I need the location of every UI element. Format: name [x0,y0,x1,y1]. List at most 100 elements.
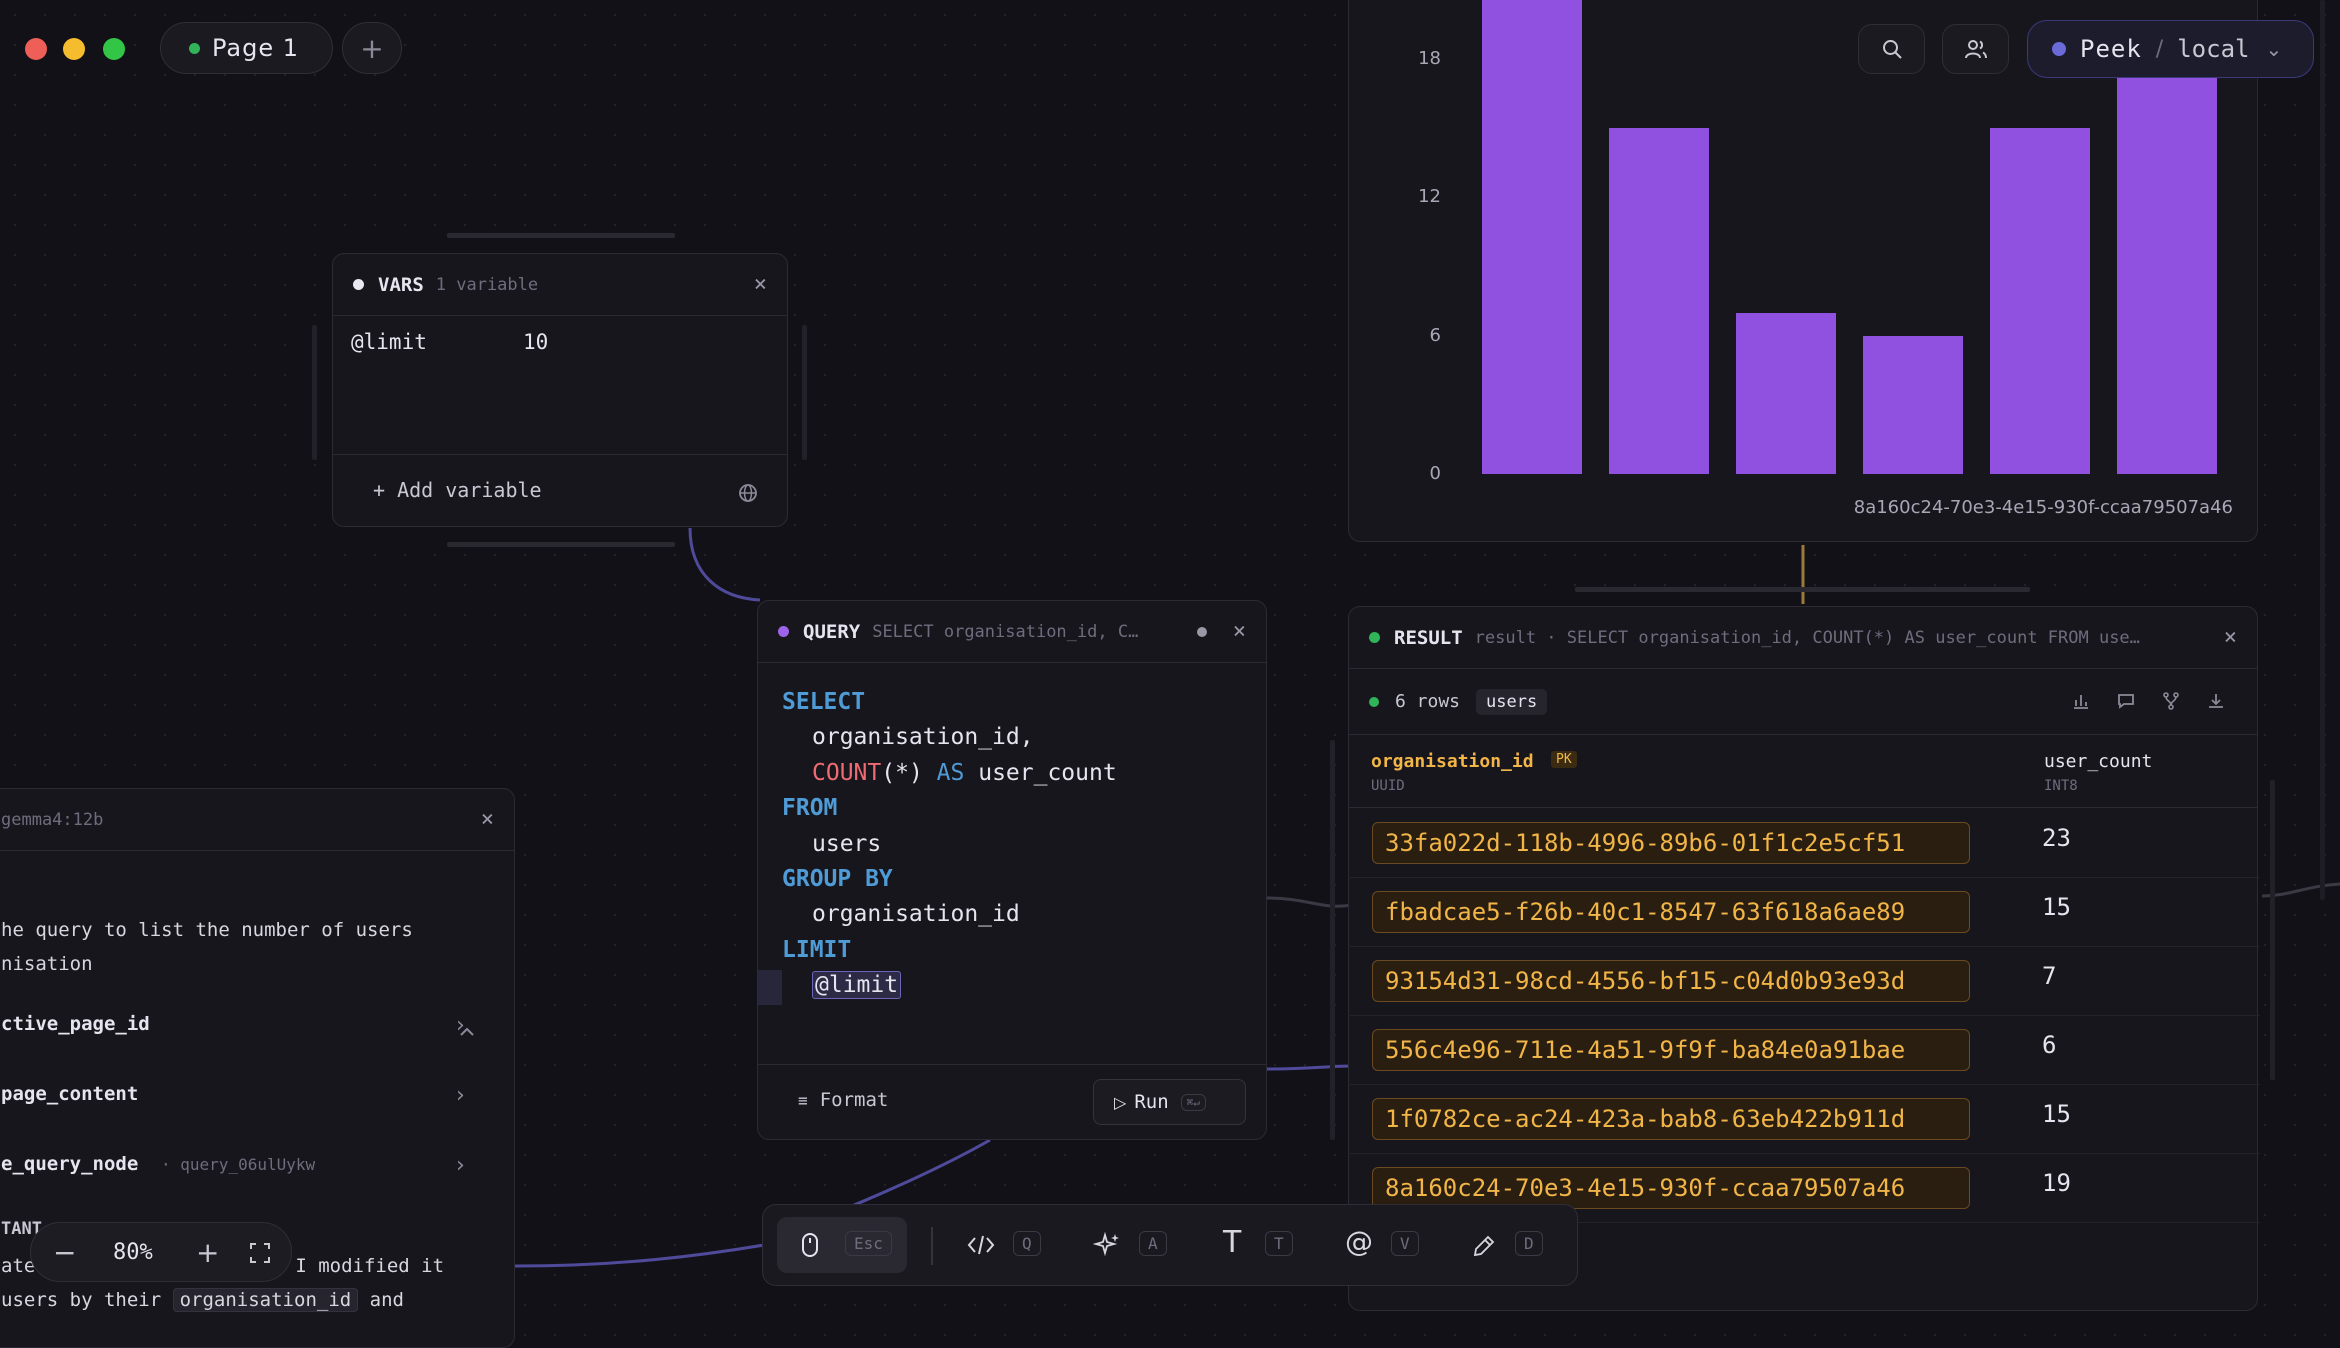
zoom-in-button[interactable]: + [196,1236,219,1269]
organisation-id-cell[interactable]: 93154d31-98cd-4556-bf15-c04d0b93e93d [1372,960,1970,1002]
tool-palette: Esc Q A T T @ V D [762,1204,1578,1286]
ai-shortcut: A [1139,1231,1167,1256]
var-value[interactable]: 10 [523,330,548,354]
fit-view-icon[interactable] [249,1242,271,1264]
close-icon[interactable]: × [1233,619,1246,644]
connection-env: local [2177,35,2250,63]
code-icon[interactable] [967,1233,995,1257]
sql-keyword: LIMIT [782,936,852,963]
user-count-cell[interactable]: 6 [2042,1031,2056,1059]
tool-chevrons [460,1027,474,1036]
y-tick-label: 0 [1429,463,1441,484]
chart-icon[interactable] [2071,691,2091,711]
chevron-right-icon[interactable]: › [456,1153,465,1178]
add-variable-button[interactable]: + Add variable [373,478,542,502]
chart-bar[interactable] [1609,128,1709,474]
chevron-right-icon[interactable]: › [456,1013,465,1038]
vars-panel: VARS 1 variable × @limit 10 + Add variab… [332,253,788,527]
text-icon[interactable]: T [1223,1225,1241,1260]
chart-bar[interactable] [1736,312,1836,474]
chart-bar[interactable] [1990,128,2090,474]
tool-call-ref: · query_06ulUykw [161,1155,316,1174]
table-row[interactable]: 1f0782ce-ac24-423a-bab8-63eb422b911d 15 [1350,1086,2260,1154]
col-header-user-count[interactable]: user_count [2044,751,2152,772]
maximize-window-button[interactable] [103,38,125,60]
user-count-cell[interactable]: 7 [2042,962,2056,990]
close-icon[interactable]: × [754,272,767,297]
user-count-cell[interactable]: 19 [2042,1169,2071,1197]
pencil-icon[interactable] [1471,1233,1497,1259]
sql-identifier: organisation_id [812,901,1020,928]
inline-code: organisation_id [172,1288,359,1312]
format-button[interactable]: ≡ Format [798,1089,888,1111]
close-icon[interactable]: × [481,807,494,832]
var-name[interactable]: @limit [351,330,427,354]
sql-editor[interactable]: SELECT organisation_id, COUNT(*) AS user… [782,685,1117,1004]
vars-dot [353,279,364,290]
user-message-line: nisation [1,953,93,975]
sql-keyword: AS [936,759,965,786]
code-shortcut: Q [1013,1231,1041,1256]
col-type-int8: INT8 [2044,778,2078,794]
mouse-icon [802,1233,818,1257]
vars-subtitle: 1 variable [435,274,539,295]
rows-status-dot [1369,696,1379,707]
sql-keyword: FROM [782,795,838,822]
zoom-level[interactable]: 80% [113,1240,153,1265]
sql-keyword: SELECT [782,689,866,715]
collaborators-button[interactable] [1942,24,2009,74]
add-page-button[interactable]: + [342,22,402,74]
mention-shortcut: V [1391,1231,1419,1256]
organisation-id-cell[interactable]: fbadcae5-f26b-40c1-8547-63f618a6ae89 [1372,891,1970,933]
globe-icon[interactable] [737,482,759,504]
tool-call-update-query-node[interactable]: e_query_node [1,1153,138,1175]
connection-status-dot [2052,42,2066,56]
user-count-cell[interactable]: 15 [2042,1100,2071,1128]
fork-icon[interactable] [2161,691,2181,711]
tool-call-get-page-content[interactable]: page_content [1,1083,138,1105]
chart-bar[interactable] [1863,335,1963,474]
connection-selector[interactable]: Peek / local ⌄ [2027,20,2314,78]
col-type-uuid: UUID [1371,778,1405,794]
sparkle-icon[interactable] [1093,1231,1121,1259]
user-count-cell[interactable]: 15 [2042,893,2071,921]
page-tab-label: Page 1 [212,34,299,62]
table-badge: users [1476,688,1548,715]
download-icon[interactable] [2206,691,2226,711]
sql-identifier: users [812,830,882,857]
format-icon: ≡ [798,1091,808,1110]
palette-divider [931,1227,933,1265]
run-button[interactable]: ▷ Run ⌘↵ [1093,1079,1246,1125]
minimize-window-button[interactable] [63,38,85,60]
chevron-right-icon[interactable]: › [456,1083,465,1108]
table-row[interactable]: 556c4e96-711e-4a51-9f9f-ba84e0a91bae 6 [1350,1017,2260,1085]
table-row[interactable]: 93154d31-98cd-4556-bf15-c04d0b93e93d 7 [1350,948,2260,1016]
tool-call-get-active-page-id[interactable]: ctive_page_id [1,1013,150,1035]
organisation-id-cell[interactable]: 1f0782ce-ac24-423a-bab8-63eb422b911d [1372,1098,1970,1140]
zoom-out-button[interactable]: − [53,1236,76,1269]
search-button[interactable] [1858,24,1925,74]
select-shortcut: Esc [845,1231,892,1256]
page-tab[interactable]: Page 1 [160,22,333,74]
vars-divider [333,454,787,455]
chart-bar[interactable] [1482,0,1582,474]
sql-function: COUNT [812,759,882,786]
close-window-button[interactable] [25,38,47,60]
chart-bar[interactable] [2117,35,2217,474]
user-count-cell[interactable]: 23 [2042,824,2071,852]
organisation-id-cell[interactable]: 556c4e96-711e-4a51-9f9f-ba84e0a91bae [1372,1029,1970,1071]
close-icon[interactable]: × [2224,625,2237,650]
organisation-id-cell[interactable]: 33fa022d-118b-4996-89b6-01f1c2e5cf51 [1372,822,1970,864]
col-header-organisation-id[interactable]: organisation_id [1371,751,1534,772]
canvas-scrollbar [2320,0,2325,900]
vars-header: VARS 1 variable × [333,254,787,316]
table-row[interactable]: fbadcae5-f26b-40c1-8547-63f618a6ae89 15 [1350,879,2260,947]
run-shortcut: ⌘↵ [1180,1093,1206,1111]
mention-icon[interactable]: @ [1345,1225,1373,1258]
reply-text: I modified it [295,1255,445,1277]
table-row[interactable]: 33fa022d-118b-4996-89b6-01f1c2e5cf51 23 [1350,810,2260,878]
reply-text: users by their [1,1289,162,1311]
comment-icon[interactable] [2116,691,2136,711]
organisation-id-cell[interactable]: 8a160c24-70e3-4e15-930f-ccaa79507a46 [1372,1167,1970,1209]
result-toolbar: 6 rows users [1349,669,2257,735]
